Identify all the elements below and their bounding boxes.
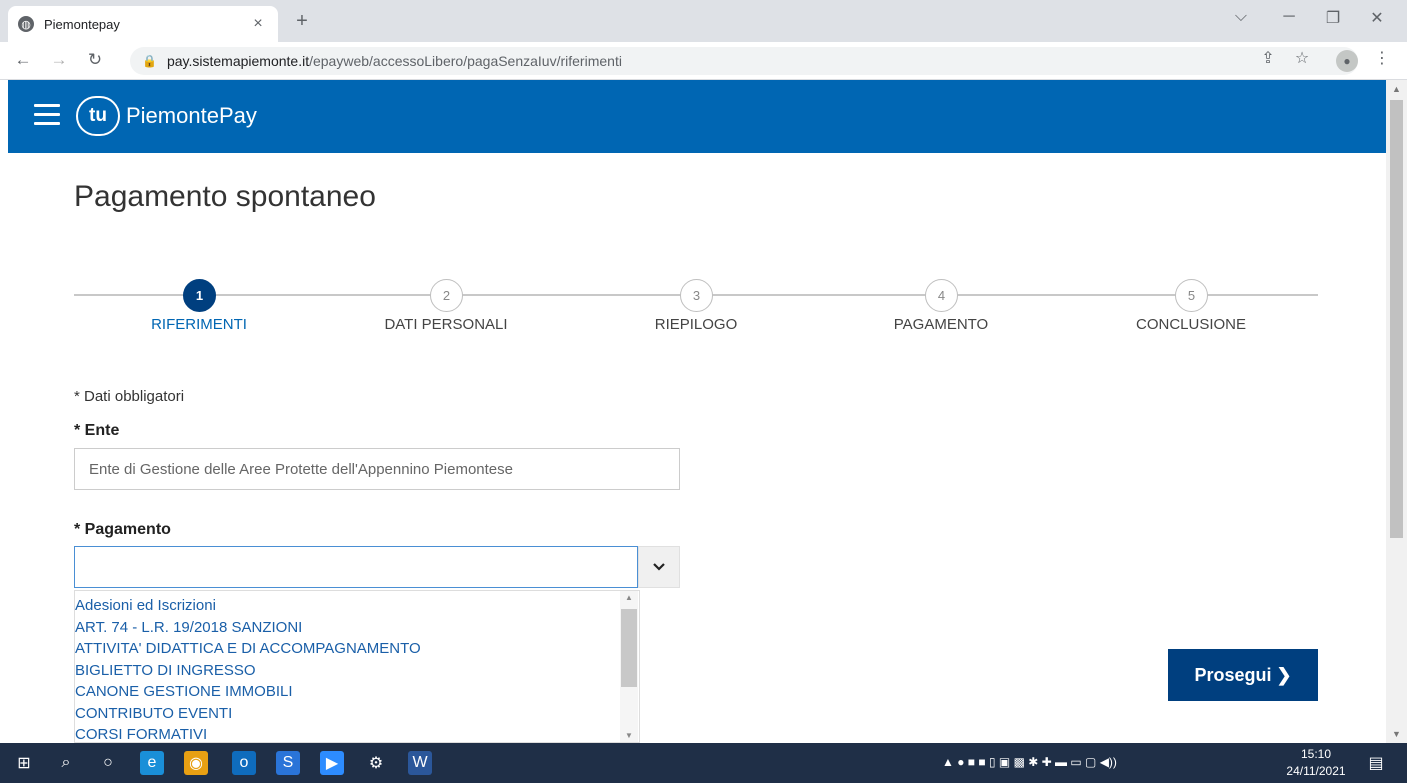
tab-close-icon[interactable]: ×: [248, 15, 268, 33]
page-title: Pagamento spontaneo: [74, 180, 376, 213]
pagamento-option[interactable]: Adesioni ed Iscrizioni: [75, 595, 639, 617]
reload-icon[interactable]: ↻: [84, 50, 106, 70]
pagamento-select[interactable]: [74, 546, 638, 588]
back-arrow-icon[interactable]: ←: [12, 50, 34, 70]
app-header: tu PiemontePay: [8, 80, 1386, 153]
tab-title: Piemontepay: [44, 16, 120, 32]
brand-name: PiemontePay: [126, 103, 257, 128]
chevron-svg: [653, 563, 665, 571]
pagamento-options-list[interactable]: Adesioni ed Iscrizioni ART. 74 - L.R. 19/…: [74, 590, 640, 743]
url-path: /epayweb/accessoLibero/pagaSenzaIuv/rife…: [309, 53, 622, 69]
forward-arrow-icon[interactable]: →: [48, 50, 70, 70]
menu-kebab-icon[interactable]: ⋮: [1370, 48, 1394, 68]
globe-icon: ◍: [18, 16, 34, 32]
url-text: pay.sistemapiemonte.it/epayweb/accessoLi…: [167, 53, 622, 69]
step-5-label: CONCLUSIONE: [1135, 316, 1247, 333]
scroll-down-icon[interactable]: ▼: [1392, 729, 1401, 739]
step-2-label: DATI PERSONALI: [384, 316, 508, 333]
tray-icons[interactable]: ▲ ● ■ ■ ▯ ▣ ▩ ✱ ✚ ▬ ▭ ▢ ◀)): [942, 755, 1117, 769]
profile-avatar-icon[interactable]: ●: [1336, 50, 1358, 72]
browser-tab[interactable]: ◍ Piemontepay ×: [8, 6, 278, 42]
pagamento-label: * Pagamento: [74, 521, 171, 538]
maximize-button[interactable]: ❐: [1318, 8, 1348, 28]
step-3-label: RIEPILOGO: [654, 316, 738, 333]
browser-toolbar: ← → ↻ 🔒 pay.sistemapiemonte.it/epayweb/a…: [0, 42, 1407, 80]
options-scrollbar-thumb[interactable]: [621, 609, 637, 687]
step-1-circle: 1: [183, 279, 216, 312]
clock-date: 24/11/2021: [1286, 764, 1346, 778]
new-tab-button[interactable]: +: [290, 10, 314, 33]
step-2-circle: 2: [430, 279, 463, 312]
window-close-button[interactable]: ✕: [1362, 8, 1392, 28]
lock-icon: 🔒: [142, 54, 157, 68]
scroll-up-icon[interactable]: ▲: [1392, 84, 1401, 94]
network-app-icon[interactable]: ⚙: [364, 751, 388, 775]
address-bar[interactable]: 🔒 pay.sistemapiemonte.it/epayweb/accesso…: [130, 47, 1358, 75]
tab-search-icon[interactable]: ⌵: [1226, 8, 1256, 26]
options-list: Adesioni ed Iscrizioni ART. 74 - L.R. 19/…: [75, 591, 639, 742]
taskbar-clock[interactable]: 15:10 24/11/2021: [1286, 746, 1346, 780]
piemontepay-logo[interactable]: tu PiemontePay: [76, 96, 257, 136]
pagamento-option[interactable]: CORSI FORMATIVI: [75, 724, 639, 742]
hamburger-menu-icon[interactable]: [34, 104, 60, 126]
word-icon[interactable]: W: [408, 751, 432, 775]
logo-mark: tu: [76, 96, 120, 136]
windows-taskbar: ⊞ ⌕ ○ e ◉ o S ▶ ⚙ W ▲ ● ■ ■ ▯ ▣ ▩ ✱ ✚ ▬ …: [0, 743, 1407, 783]
pagamento-option[interactable]: CANONE GESTIONE IMMOBILI: [75, 681, 639, 703]
options-scroll-up-icon[interactable]: ▲: [625, 593, 633, 602]
ente-label: * Ente: [74, 422, 120, 439]
step-3-circle: 3: [680, 279, 713, 312]
zoom-icon[interactable]: ▶: [320, 751, 344, 775]
scrollbar-thumb[interactable]: [1390, 100, 1403, 538]
search-icon[interactable]: ⌕: [54, 751, 78, 775]
pagamento-option[interactable]: ATTIVITA' DIDATTICA E DI ACCOMPAGNAMENTO: [75, 638, 639, 660]
edge-icon[interactable]: e: [140, 751, 164, 775]
skype-icon[interactable]: S: [276, 751, 300, 775]
notifications-icon[interactable]: ▤: [1364, 751, 1388, 775]
options-scrollbar[interactable]: ▲ ▼: [620, 591, 638, 742]
pagamento-option[interactable]: ART. 74 - L.R. 19/2018 SANZIONI: [75, 617, 639, 639]
outlook-icon[interactable]: o: [232, 751, 256, 775]
bookmark-star-icon[interactable]: ☆: [1290, 48, 1314, 68]
windows-start-icon[interactable]: ⊞: [12, 751, 36, 775]
page-scrollbar[interactable]: ▲ ▼: [1386, 80, 1407, 743]
prosegui-button[interactable]: Prosegui ❯: [1168, 649, 1318, 701]
browser-tab-strip: ◍ Piemontepay × + ⌵ ─ ❐ ✕: [0, 0, 1407, 42]
clock-time: 15:10: [1300, 747, 1332, 761]
step-4-label: PAGAMENTO: [893, 316, 989, 333]
url-host: pay.sistemapiemonte.it: [166, 53, 310, 69]
step-1-label: RIFERIMENTI: [151, 316, 247, 333]
required-fields-note: * Dati obbligatori: [74, 388, 185, 405]
step-5-circle: 5: [1175, 279, 1208, 312]
cortana-icon[interactable]: ○: [96, 751, 120, 775]
ente-field: Ente di Gestione delle Aree Protette del…: [74, 448, 680, 490]
pagamento-option[interactable]: BIGLIETTO DI INGRESSO: [75, 660, 639, 682]
chrome-icon[interactable]: ◉: [184, 751, 208, 775]
options-scroll-down-icon[interactable]: ▼: [625, 731, 633, 740]
minimize-button[interactable]: ─: [1274, 8, 1304, 26]
step-4-circle: 4: [925, 279, 958, 312]
share-icon[interactable]: ⇪: [1256, 48, 1280, 68]
pagamento-option[interactable]: CONTRIBUTO EVENTI: [75, 703, 639, 725]
chevron-down-icon[interactable]: [638, 546, 680, 588]
